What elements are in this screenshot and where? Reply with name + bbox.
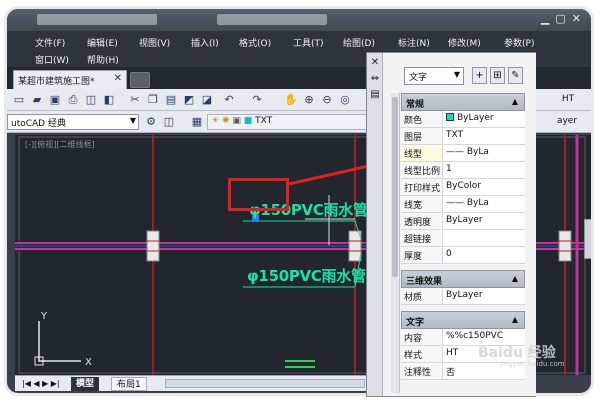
- prop-row-plot-style[interactable]: 打印样式 ByColor: [401, 179, 525, 196]
- prop-value[interactable]: —— ByLa: [443, 196, 525, 212]
- prop-key: 厚度: [401, 247, 443, 263]
- collapse-icon: ▲: [511, 274, 518, 283]
- palette-title-strip: ✕ ⇔ ▤: [367, 53, 383, 396]
- toggle-pickadd-icon[interactable]: +: [472, 67, 487, 84]
- prop-key: 线宽: [401, 196, 443, 212]
- prop-key: 图层: [401, 128, 443, 144]
- prop-key: 样式: [401, 346, 443, 362]
- prop-key: 颜色: [401, 111, 443, 127]
- color-swatch: [446, 113, 454, 121]
- prop-value[interactable]: —— ByLa: [443, 145, 525, 161]
- prop-key: 线型: [401, 145, 443, 161]
- collapse-icon: ▲: [511, 315, 518, 324]
- section-text-title: 文字: [406, 318, 425, 328]
- watermark-url: jingyan.baidu.com: [500, 360, 565, 368]
- prop-value-text: ByLayer: [457, 113, 494, 123]
- section-general[interactable]: 常规 ▲: [401, 93, 525, 111]
- prop-key: 超链接: [401, 230, 443, 246]
- prop-key: 注释性: [401, 363, 443, 379]
- palette-scroll-thumb[interactable]: [392, 97, 398, 277]
- watermark: Baidu 经验: [478, 345, 556, 361]
- section-general-title: 常规: [406, 100, 425, 110]
- prop-value[interactable]: 0: [443, 247, 525, 263]
- prop-value[interactable]: 1: [443, 162, 525, 178]
- palette-menu-icon[interactable]: ▤: [370, 89, 380, 100]
- prop-value[interactable]: ByColor: [443, 179, 525, 195]
- prop-value[interactable]: ByLayer: [443, 111, 525, 127]
- prop-row-transparency[interactable]: 透明度 ByLayer: [401, 213, 525, 230]
- prop-row-linetype[interactable]: 线型 —— ByLa: [401, 145, 525, 162]
- prop-row-hyperlink[interactable]: 超链接: [401, 230, 525, 247]
- prop-row-linetype-scale[interactable]: 线型比例 1: [401, 162, 525, 179]
- prop-row-layer[interactable]: 图层 TXT: [401, 128, 525, 145]
- prop-key: 材质: [401, 288, 443, 304]
- prop-value[interactable]: ByLayer: [443, 213, 525, 229]
- prop-row-color[interactable]: 颜色 ByLayer: [401, 111, 525, 128]
- section-text[interactable]: 文字 ▲: [401, 311, 525, 329]
- prop-key: 打印样式: [401, 179, 443, 195]
- prop-row-material[interactable]: 材质 ByLayer: [401, 288, 525, 305]
- section-3d-title: 三维效果: [406, 277, 443, 287]
- auto-hide-icon[interactable]: ⇔: [370, 73, 380, 84]
- palette-close-icon[interactable]: ✕: [370, 57, 380, 68]
- quick-select-icon[interactable]: ✎: [508, 67, 523, 84]
- prop-row-thickness[interactable]: 厚度 0: [401, 247, 525, 264]
- prop-key: 线型比例: [401, 162, 443, 178]
- object-type-select[interactable]: 文字 ▼: [404, 67, 464, 85]
- prop-row-lineweight[interactable]: 线宽 —— ByLa: [401, 196, 525, 213]
- select-objects-icon[interactable]: ⊞: [490, 67, 505, 84]
- prop-key: 透明度: [401, 213, 443, 229]
- chevron-down-icon: ▼: [453, 70, 460, 79]
- property-grid: 常规 ▲ 颜色 ByLayer 图层 TXT 线型 —— ByLa 线型比例 1…: [401, 93, 525, 380]
- prop-value[interactable]: TXT: [443, 128, 525, 144]
- prop-key: 内容: [401, 329, 443, 345]
- object-type-value: 文字: [409, 73, 428, 83]
- section-3d-effects[interactable]: 三维效果 ▲: [401, 270, 525, 288]
- prop-value[interactable]: [443, 230, 525, 246]
- prop-value[interactable]: ByLayer: [443, 288, 525, 304]
- collapse-icon: ▲: [511, 97, 518, 106]
- palette-scrollbar[interactable]: [391, 93, 400, 393]
